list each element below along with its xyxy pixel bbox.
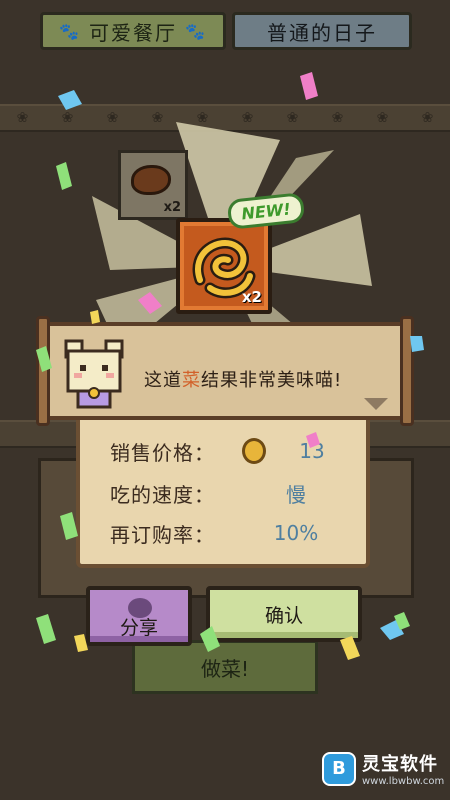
confetti-layer — [36, 72, 424, 660]
watermark-text: 灵宝软件 www.lbwbw.com — [362, 750, 444, 787]
watermark-name: 灵宝软件 — [362, 754, 438, 775]
watermark: B 灵宝软件 www.lbwbw.com — [322, 750, 444, 787]
lingbao-logo-icon: B — [322, 751, 356, 786]
watermark-url: www.lbwbw.com — [362, 776, 445, 787]
